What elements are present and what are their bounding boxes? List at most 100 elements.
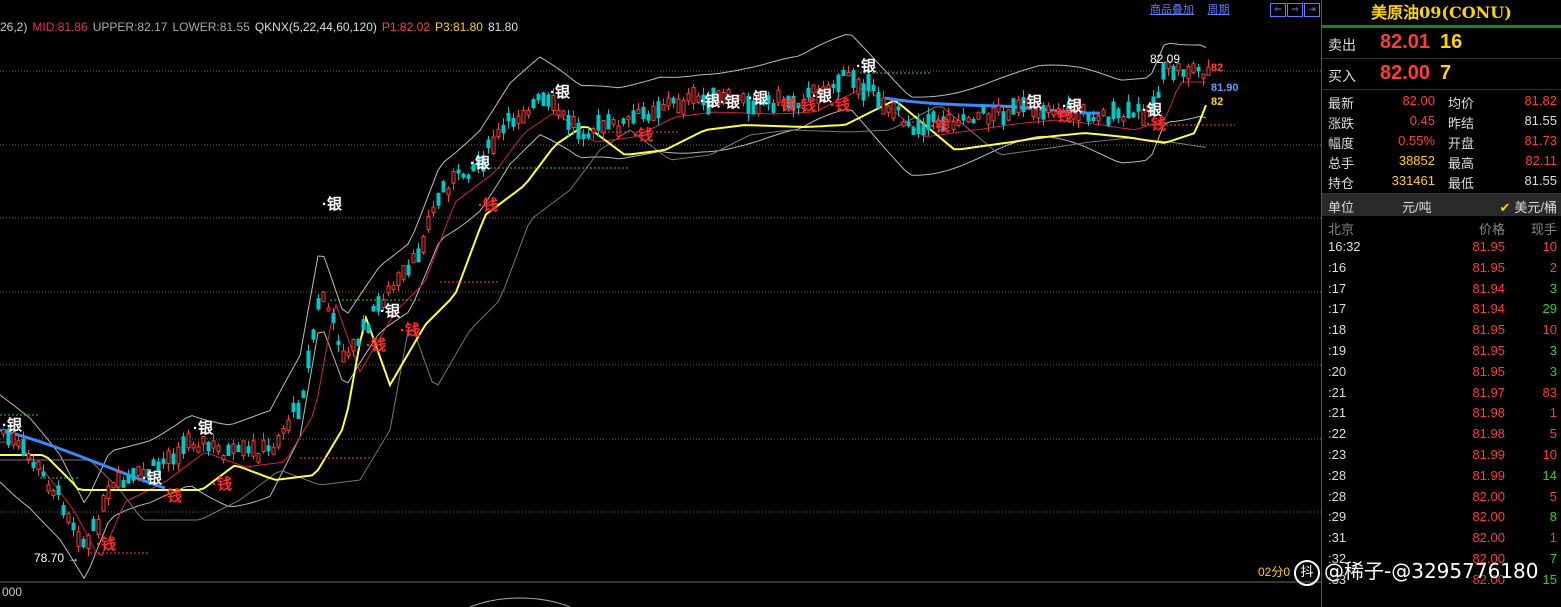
sell-signal-label: ·钱	[1146, 115, 1166, 133]
candle-body	[346, 351, 351, 357]
candle-body	[1121, 116, 1126, 122]
sell-signal-label: ·钱	[930, 117, 950, 135]
candle-body	[1091, 116, 1096, 122]
sell-signal-label: ·钱	[776, 96, 796, 114]
candle-body	[421, 236, 426, 254]
candle-body	[491, 136, 496, 154]
candle-body	[456, 169, 461, 174]
kline-chart-area[interactable]: 26,2) MID:81.86 UPPER:82.17 LOWER:81.55 QKNX…	[0, 0, 1321, 607]
lower-band-line	[0, 108, 1207, 580]
tick-volume: 10	[1542, 446, 1557, 462]
candle-body	[396, 272, 401, 286]
tick-price: 81.95	[1472, 322, 1505, 338]
candle-body	[366, 324, 371, 333]
stat-label: 幅度	[1328, 136, 1355, 151]
candle-body	[176, 446, 181, 465]
watermark: 抖 @稀子-@3295776180	[1294, 555, 1538, 586]
candle-body	[606, 114, 611, 130]
bid-row: 买入 82.00 7	[1322, 59, 1561, 90]
candle-body	[556, 109, 561, 116]
tick-time: :31	[1328, 530, 1347, 546]
candle-body	[1171, 65, 1176, 80]
stat-label: 最低	[1448, 176, 1475, 191]
candle-body	[621, 118, 626, 124]
tick-price: 81.95	[1472, 259, 1505, 275]
ask-row: 卖出 82.01 16	[1322, 28, 1561, 59]
candle-body	[956, 120, 961, 126]
buy-signal-label: ·银	[470, 154, 491, 172]
candle-body	[161, 458, 166, 465]
tick-price: 82.00	[1472, 530, 1505, 546]
tick-price: 82.00	[1472, 509, 1505, 525]
candle-body	[1086, 113, 1091, 122]
tick-volume: 5	[1549, 426, 1557, 442]
candle-body	[576, 122, 581, 139]
buy-signal-label: ·银	[380, 302, 401, 320]
stat-label: 最新	[1328, 96, 1355, 111]
candle-body	[516, 115, 521, 124]
tick-row: :23 81.99 10	[1322, 444, 1561, 465]
stat-label: 涨跌	[1328, 116, 1355, 131]
unit-option-yuan[interactable]: 元/吨	[1402, 197, 1432, 216]
candle-body	[181, 436, 186, 454]
tick-list[interactable]: 16:32 81.95 10:16 81.95 2:17 81.94 3:17 81.94 29…	[1322, 236, 1561, 590]
stat-value: 81.73	[1524, 133, 1557, 148]
candle-body	[1156, 91, 1161, 99]
candle-body	[171, 453, 176, 465]
tick-row: :20 81.95 3	[1322, 361, 1561, 382]
ask-price: 82.01	[1380, 31, 1431, 53]
tick-row: :17 81.94 3	[1322, 278, 1561, 299]
tick-row: :18 81.95 10	[1322, 319, 1561, 340]
candle-body	[1196, 66, 1201, 72]
tick-price: 82.00	[1472, 488, 1505, 504]
candle-body	[631, 110, 636, 124]
candle-body	[326, 307, 331, 312]
stat-label: 持仓	[1328, 176, 1355, 191]
buy-signal-label: ·银	[748, 89, 769, 107]
candle-body	[676, 98, 681, 113]
candle-body	[886, 105, 891, 113]
stat-label: 开盘	[1448, 136, 1475, 151]
candle-body	[511, 117, 516, 127]
tick-price: 81.99	[1472, 446, 1505, 462]
buy-signal-label: ·银	[700, 92, 721, 110]
stat-row: 持仓 331461 最低 81.55	[1322, 173, 1561, 193]
candle-body	[1011, 98, 1016, 115]
buy-signal-label: ·银	[142, 469, 163, 487]
candle-body	[61, 505, 66, 516]
sell-signal-label: ·钱	[366, 336, 386, 354]
tick-volume: 2	[1549, 259, 1557, 275]
candle-body	[1006, 109, 1011, 121]
tick-header: 北京 价格 现手	[1322, 216, 1561, 237]
stat-value: 81.82	[1524, 93, 1557, 108]
tick-time: :19	[1328, 342, 1347, 358]
candle-body	[1081, 104, 1086, 112]
candle-body	[911, 126, 916, 135]
stats-table: 最新 82.00 均价 81.82 涨跌 0.45 昨结 81.55 幅度 0.55% 开盘 81.7…	[1322, 90, 1561, 194]
tick-volume: 5	[1549, 488, 1557, 504]
mid-band-line	[0, 81, 1206, 557]
candle-body	[646, 114, 651, 121]
candle-body	[231, 443, 236, 454]
candle-body	[411, 252, 416, 264]
high-price-label: 82.09	[1150, 52, 1180, 66]
candle-body	[211, 440, 216, 449]
tick-price: 81.95	[1472, 239, 1505, 254]
candle-body	[341, 350, 346, 363]
volume-curve	[469, 597, 571, 607]
stat-value: 0.55%	[1398, 133, 1435, 148]
stat-label: 最高	[1448, 156, 1475, 171]
candle-body	[681, 99, 686, 115]
long-ma-line	[0, 106, 1207, 521]
candle-body	[906, 121, 911, 127]
candle-body	[611, 119, 616, 125]
right-price-label: 82	[1211, 62, 1223, 74]
tick-row: :19 81.95 3	[1322, 340, 1561, 361]
candle-body	[901, 121, 906, 127]
candle-body	[506, 112, 511, 122]
candle-body	[391, 284, 396, 291]
tick-volume: 1	[1549, 405, 1557, 421]
candle-body	[571, 115, 576, 128]
candle-body	[641, 106, 646, 119]
unit-option-usd[interactable]: ✔ 美元/桶	[1499, 197, 1557, 216]
